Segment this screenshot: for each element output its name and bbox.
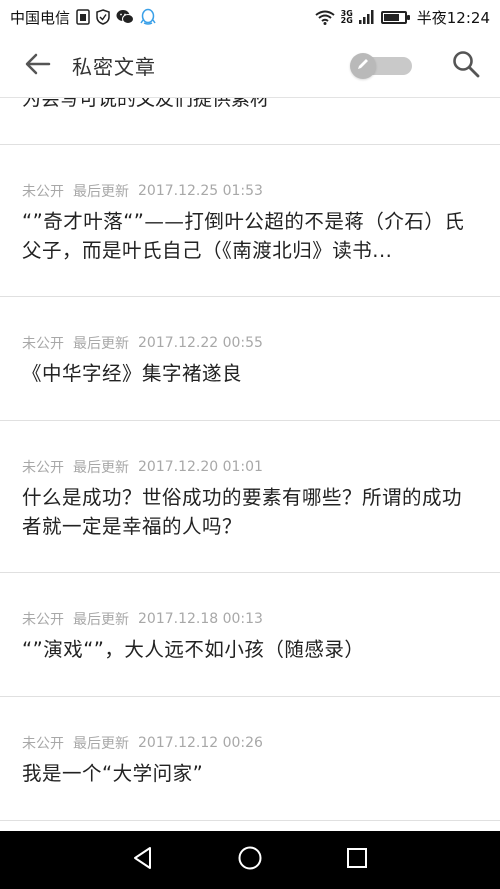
signal-icon bbox=[358, 10, 375, 24]
pencil-icon bbox=[356, 56, 370, 75]
network-type-label: 3G 2G bbox=[340, 10, 353, 25]
article-title-partial: 为会写可说的文友们提供素材 bbox=[22, 98, 270, 110]
sim-card-icon bbox=[76, 9, 90, 25]
visibility-status: 未公开 bbox=[22, 460, 64, 476]
article-list[interactable]: 为会写可说的文友们提供素材 未公开 最后更新 2017.12.25 01:53 … bbox=[0, 98, 500, 831]
nav-home-button[interactable] bbox=[230, 840, 270, 880]
system-nav-bar bbox=[0, 831, 500, 889]
article-title: 我是一个“大学问家” bbox=[22, 762, 204, 785]
article-meta: 未公开 最后更新 2017.12.20 01:01 bbox=[22, 457, 478, 477]
status-left: 中国电信 bbox=[10, 7, 156, 28]
list-item[interactable]: 未公开 最后更新 2017.12.12 00:26 我是一个“大学问家” bbox=[0, 697, 500, 821]
article-meta: 未公开 最后更新 2017.12.18 00:13 bbox=[22, 609, 478, 629]
article-meta: 未公开 最后更新 2017.12.22 00:55 bbox=[22, 333, 478, 353]
wifi-icon bbox=[315, 10, 335, 25]
nav-recent-button[interactable] bbox=[337, 840, 377, 880]
arrow-left-icon bbox=[25, 53, 51, 79]
nav-back-button[interactable] bbox=[123, 840, 163, 880]
qq-icon bbox=[140, 8, 156, 26]
article-meta: 未公开 最后更新 2017.12.25 01:53 bbox=[22, 181, 478, 201]
updated-date: 2017.12.22 00:55 bbox=[138, 335, 263, 351]
carrier-label: 中国电信 bbox=[10, 8, 71, 27]
visibility-status: 未公开 bbox=[22, 336, 64, 352]
updated-label: 最后更新 bbox=[73, 460, 129, 476]
updated-label: 最后更新 bbox=[73, 736, 129, 752]
visibility-status: 未公开 bbox=[22, 736, 64, 752]
wechat-icon bbox=[116, 9, 135, 25]
list-item-partial[interactable]: 为会写可说的文友们提供素材 bbox=[0, 98, 500, 145]
status-right: 3G 2G 半夜12:24 bbox=[315, 7, 490, 28]
list-item[interactable]: 未公开 最后更新 2017.12.22 00:55 《中华字经》集字褚遂良 bbox=[0, 297, 500, 421]
list-item[interactable]: 未公开 最后更新 2017.12.18 00:13 “”演戏“”，大人远不如小孩… bbox=[0, 573, 500, 697]
list-item[interactable]: 未公开 最后更新 2017.12.25 01:53 “”奇才叶落“”——打倒叶公… bbox=[0, 145, 500, 297]
visibility-status: 未公开 bbox=[22, 612, 64, 628]
updated-date: 2017.12.20 01:01 bbox=[138, 459, 263, 475]
updated-date: 2017.12.12 00:26 bbox=[138, 735, 263, 751]
status-bar: 中国电信 3G 2G 半夜12:24 bbox=[0, 0, 500, 34]
square-recent-icon bbox=[346, 847, 368, 873]
visibility-status: 未公开 bbox=[22, 184, 64, 200]
article-title: 什么是成功？世俗成功的要素有哪些？所谓的成功者就一定是幸福的人吗？ bbox=[22, 486, 463, 538]
updated-date: 2017.12.18 00:13 bbox=[138, 611, 263, 627]
toggle-knob bbox=[350, 52, 376, 79]
circle-home-icon bbox=[237, 845, 263, 875]
article-meta: 未公开 最后更新 2017.12.12 00:26 bbox=[22, 733, 478, 753]
battery-icon bbox=[380, 10, 410, 24]
search-button[interactable] bbox=[446, 46, 486, 86]
back-button[interactable] bbox=[10, 34, 66, 98]
article-title: 《中华字经》集字褚遂良 bbox=[22, 362, 243, 385]
article-title: “”奇才叶落“”——打倒叶公超的不是蒋（介石）氏父子，而是叶氏自己（《南渡北归》… bbox=[22, 210, 465, 262]
updated-label: 最后更新 bbox=[73, 612, 129, 628]
network-bottom: 2G bbox=[340, 16, 353, 25]
updated-label: 最后更新 bbox=[73, 336, 129, 352]
shield-icon bbox=[96, 9, 110, 25]
triangle-back-icon bbox=[132, 846, 154, 874]
list-item[interactable]: 未公开 最后更新 2017.12.20 01:01 什么是成功？世俗成功的要素有… bbox=[0, 421, 500, 573]
app-bar: 私密文章 bbox=[0, 34, 500, 98]
updated-date: 2017.12.25 01:53 bbox=[138, 183, 263, 199]
clock-label: 半夜12:24 bbox=[416, 8, 490, 27]
article-title: “”演戏“”，大人远不如小孩（随感录） bbox=[22, 638, 365, 661]
search-icon bbox=[452, 50, 480, 82]
battery-level bbox=[383, 13, 399, 21]
edit-mode-toggle[interactable] bbox=[350, 52, 412, 79]
updated-label: 最后更新 bbox=[73, 184, 129, 200]
page-title: 私密文章 bbox=[72, 55, 156, 79]
